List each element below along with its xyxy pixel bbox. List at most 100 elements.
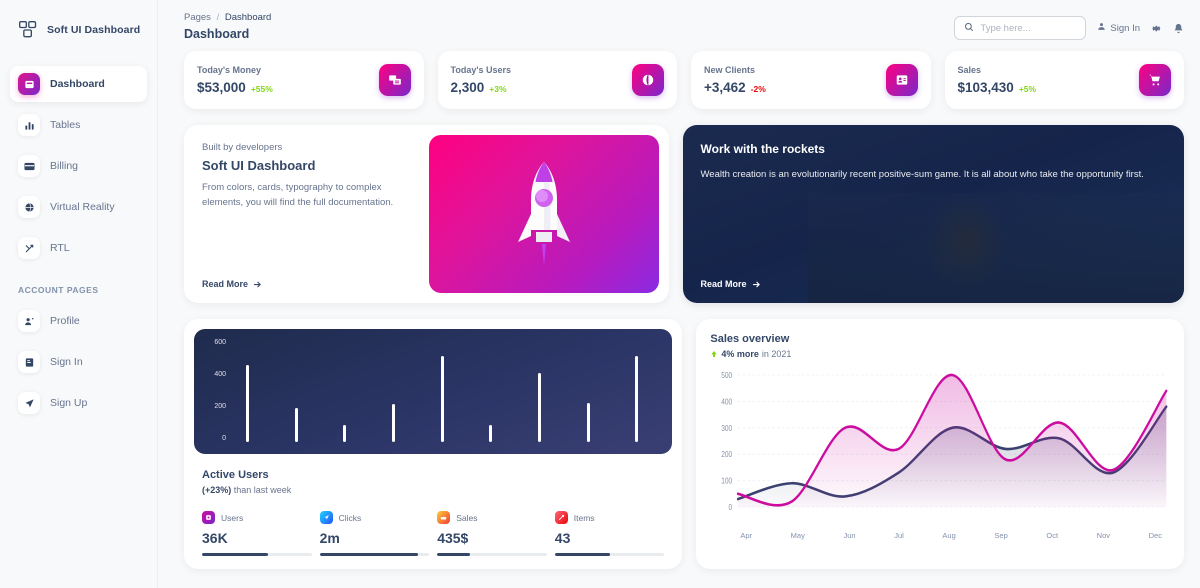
breadcrumb-root[interactable]: Pages — [184, 12, 211, 23]
bar-Jun — [343, 424, 347, 442]
search-box[interactable] — [954, 16, 1087, 40]
line-xtick: Oct — [1046, 531, 1059, 540]
arrow-right-icon — [253, 281, 261, 287]
read-more-button[interactable]: Read More — [202, 279, 411, 289]
stat-card-todays-money[interactable]: Today's Money $53,000 +55% — [184, 51, 424, 109]
bell-icon[interactable] — [1173, 23, 1184, 34]
stat-value-wrap: $53,000 +55% — [197, 80, 273, 95]
stat-delta: +5% — [1018, 84, 1037, 94]
metric-name: Users — [221, 512, 244, 523]
line-xtick: Jul — [894, 531, 904, 540]
bottom-row: 600 400 200 0 Active Users (+23%) than l… — [172, 303, 1186, 569]
sales-overview-title: Sales overview — [710, 333, 790, 345]
hero-row: Built by developers Soft UI Dashboard Fr… — [172, 109, 1186, 303]
bar-Sep — [489, 424, 493, 442]
active-users-card: 600 400 200 0 Active Users (+23%) than l… — [184, 319, 683, 569]
bar-ytick: 400 — [214, 371, 226, 378]
hero-right-title: Work with the rockets — [700, 142, 825, 156]
hero-title: Soft UI Dashboard — [202, 158, 316, 173]
sidebar-item-profile[interactable]: Profile — [10, 303, 147, 339]
sidebar-item-dashboard[interactable]: Dashboard — [10, 66, 147, 102]
tables-icon — [18, 114, 40, 136]
line-xtick: Sep — [994, 531, 1008, 540]
bar-Aug — [440, 356, 444, 442]
brand[interactable]: Soft UI Dashboard — [0, 0, 157, 58]
brand-name: Soft UI Dashboard — [47, 24, 141, 36]
line-xtick: Nov — [1096, 531, 1111, 540]
app-root: Soft UI Dashboard Dashboard Tables Billi — [0, 0, 1200, 588]
line-ytick: 100 — [722, 476, 733, 486]
sidebar-item-billing[interactable]: Billing — [10, 148, 147, 184]
active-users-metric-items: Items 43 — [554, 511, 665, 556]
money-icon — [378, 64, 411, 96]
sidebar-label-sign-up: Sign Up — [50, 397, 88, 409]
rtl-icon — [18, 237, 40, 259]
gear-icon[interactable] — [1151, 23, 1162, 34]
sidebar-item-sign-up[interactable]: Sign Up — [10, 385, 147, 421]
metric-name: Sales — [456, 512, 478, 523]
breadcrumb-current: Dashboard — [224, 12, 272, 23]
sidebar-item-virtual-reality[interactable]: Virtual Reality — [10, 189, 147, 225]
sales-overview-line-chart: 0 100 200 300 400 500 Apr May Jun Jul Aug Sep Oct No… — [710, 369, 1170, 554]
sign-in-button[interactable]: Sign In — [1097, 22, 1140, 34]
bar-ytick: 0 — [222, 435, 226, 442]
stat-card-todays-users[interactable]: Today's Users 2,300 +3% — [437, 51, 677, 109]
sidebar-item-rtl[interactable]: RTL — [10, 230, 147, 266]
stat-delta: +3% — [489, 84, 507, 94]
hero-right-description: Wealth creation is an evolutionarily rec… — [700, 169, 1144, 180]
read-more-label: Read More — [700, 279, 747, 289]
soft-ui-logo-icon — [18, 20, 38, 40]
stat-cards-row: Today's Money $53,000 +55% Today's Users… — [172, 51, 1186, 109]
metric-value: 36K — [202, 530, 228, 546]
bar-ytick: 200 — [214, 403, 226, 410]
hero-eyebrow: Built by developers — [202, 142, 283, 153]
metric-progress-track — [554, 553, 665, 556]
line-ytick: 500 — [722, 370, 733, 380]
topbar-left: Pages / Dashboard Dashboard — [184, 12, 271, 41]
active-users-bar-chart: 600 400 200 0 — [194, 329, 673, 454]
sidebar-item-tables[interactable]: Tables — [10, 107, 147, 143]
sidebar-label-billing: Billing — [50, 160, 79, 172]
metric-value: 435$ — [437, 530, 469, 546]
dashboard-icon — [18, 73, 40, 95]
stat-value: $53,000 — [197, 80, 246, 95]
bar-Nov — [586, 402, 590, 442]
active-users-delta: (+23%) — [202, 485, 232, 495]
hero-text: Built by developers Soft UI Dashboard Fr… — [184, 125, 429, 303]
stat-label: Today's Money — [197, 65, 261, 75]
sidebar-label-sign-in: Sign In — [50, 356, 83, 368]
sign-in-icon — [18, 351, 40, 373]
stat-label: Sales — [957, 65, 982, 75]
metric-progress-track — [319, 553, 430, 556]
line-chart-svg: 0 100 200 300 400 500 — [722, 370, 1168, 512]
bar-chart-bars — [224, 339, 660, 442]
metric-head: Clicks — [319, 511, 430, 524]
stat-label: New Clients — [704, 65, 756, 75]
sidebar-label-virtual-reality: Virtual Reality — [50, 201, 115, 213]
search-input[interactable] — [980, 22, 1077, 34]
line-ytick: 200 — [722, 450, 733, 460]
cart-icon — [1139, 64, 1171, 96]
stat-card-sales[interactable]: Sales $103,430 +5% — [944, 51, 1184, 109]
trend-strong: 4% more — [721, 349, 759, 359]
line-xtick: Dec — [1148, 531, 1162, 540]
metric-name: Items — [573, 512, 595, 523]
bar-chart-y-axis: 600 400 200 0 — [204, 339, 226, 442]
line-xtick: May — [790, 531, 805, 540]
sidebar-item-sign-in[interactable]: Sign In — [10, 344, 147, 380]
metric-progress-fill — [437, 553, 471, 556]
hero-description: From colors, cards, typography to comple… — [202, 182, 394, 208]
bar-Dec — [635, 356, 639, 442]
active-users-title: Active Users — [202, 469, 269, 481]
stat-card-new-clients[interactable]: New Clients +3,462 -2% — [691, 51, 931, 109]
metric-progress-track — [202, 553, 312, 556]
stat-text: Today's Users 2,300 +3% — [451, 65, 512, 95]
stat-label: Today's Users — [450, 65, 512, 75]
active-users-subtitle-rest: than last week — [231, 485, 292, 495]
line-ytick: 0 — [729, 502, 733, 512]
line-chart-x-axis: Apr May Jun Jul Aug Sep Oct Nov Dec — [710, 531, 1170, 540]
arrow-right-icon — [752, 281, 760, 287]
users-icon — [202, 511, 215, 524]
line-ytick: 400 — [722, 397, 733, 407]
read-more-button-rockets[interactable]: Read More — [701, 279, 1167, 289]
